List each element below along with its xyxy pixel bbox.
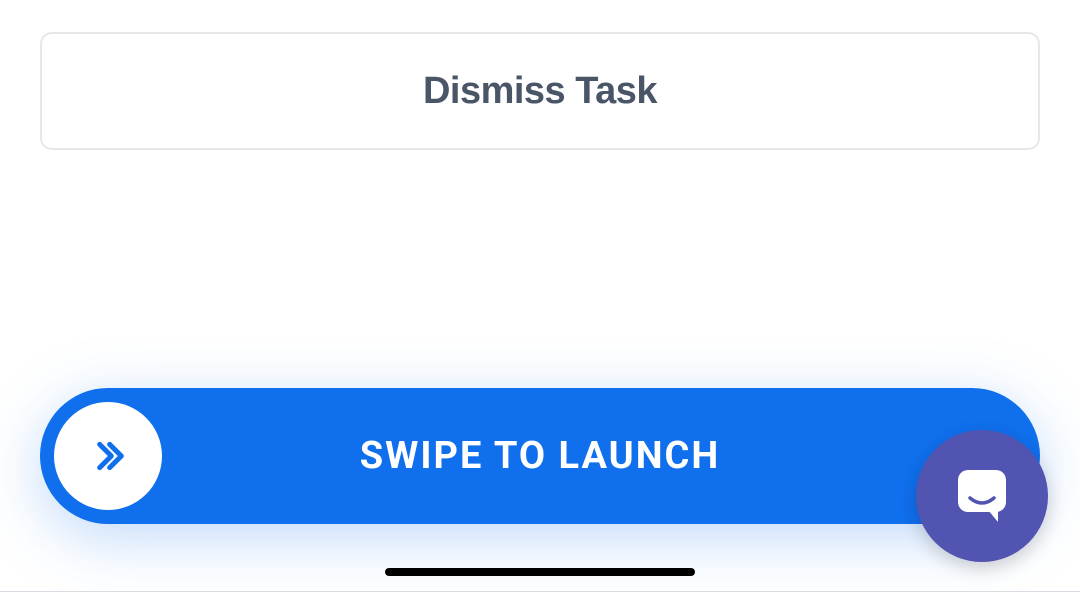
dismiss-task-label: Dismiss Task [423, 70, 657, 113]
swipe-to-launch-slider[interactable]: SWIPE TO LAUNCH [40, 388, 1040, 524]
chevrons-right-icon [88, 436, 128, 476]
swipe-label: SWIPE TO LAUNCH [40, 434, 1040, 478]
chat-icon [950, 464, 1014, 528]
dismiss-task-button[interactable]: Dismiss Task [40, 32, 1040, 150]
home-indicator [385, 568, 695, 576]
swipe-handle[interactable] [54, 402, 162, 510]
chat-support-button[interactable] [916, 430, 1048, 562]
